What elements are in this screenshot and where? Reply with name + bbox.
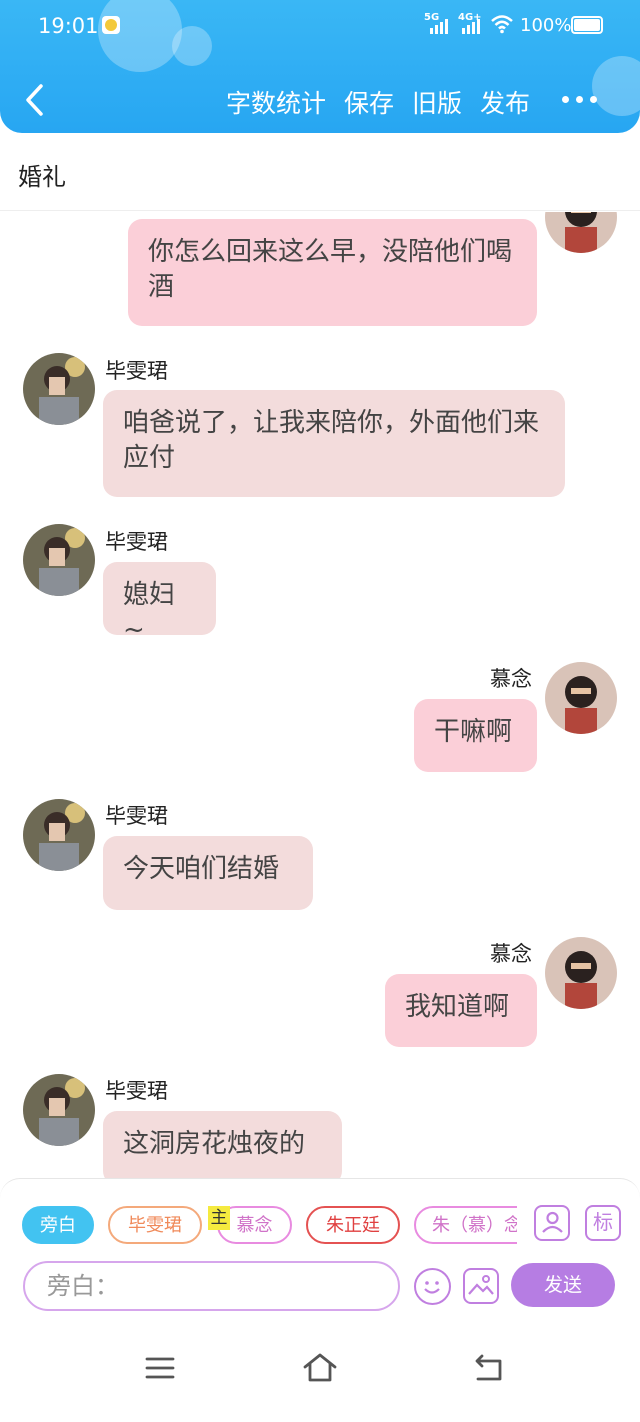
message-bubble-right[interactable]: 你怎么回来这么早，没陪他们喝酒 [128, 219, 537, 326]
header-actions: 字数统计 保存 旧版 发布 [226, 84, 530, 120]
publish-button[interactable]: 发布 [480, 84, 530, 120]
message-bubble-left[interactable]: 媳妇~ [103, 562, 216, 645]
decorative-bubble [592, 56, 640, 116]
avatar-biwenjun[interactable] [23, 1074, 95, 1146]
speaker-name: 毕雯珺 [105, 1079, 168, 1103]
emoji-icon[interactable] [414, 1268, 451, 1305]
role-chip-narration[interactable]: 旁白 [22, 1206, 94, 1244]
story-title-bar: 婚礼 [0, 133, 640, 211]
avatar-munian[interactable] [545, 937, 617, 1009]
avatar-biwenjun[interactable] [23, 353, 95, 425]
message-bubble-left[interactable]: 咱爸说了，让我来陪你，外面他们来应付 [103, 390, 565, 497]
notification-icon [102, 16, 120, 34]
avatar-biwenjun[interactable] [23, 799, 95, 871]
role-chip-zhuzhengting[interactable]: 朱正廷 [306, 1206, 400, 1244]
message-bubble-left[interactable]: 这洞房花烛夜的 [103, 1111, 342, 1180]
more-dots-icon[interactable] [562, 92, 602, 106]
signal-icon: 4G+ [458, 12, 482, 34]
person-card-icon[interactable] [534, 1205, 570, 1241]
role-chip-list[interactable]: 旁白 毕雯珺 主 慕念 朱正廷 朱（慕）念 [22, 1206, 517, 1246]
speaker-name: 毕雯珺 [105, 530, 168, 554]
old-version-button[interactable]: 旧版 [412, 84, 462, 120]
avatar-munian[interactable] [545, 212, 617, 253]
speaker-name: 毕雯珺 [105, 359, 168, 383]
word-count-button[interactable]: 字数统计 [226, 84, 326, 120]
message-bubble-left[interactable]: 今天咱们结婚 [103, 836, 313, 910]
system-nav-bar [0, 1312, 640, 1422]
story-title[interactable]: 婚礼 [18, 157, 66, 192]
main-character-tag: 主 [208, 1206, 230, 1230]
battery-level: 100% [520, 15, 572, 36]
tag-button[interactable]: 标 [585, 1205, 621, 1241]
message-input[interactable] [47, 1271, 377, 1301]
network-label: 5G [424, 12, 440, 23]
status-bar: 19:01 5G 4G+ 100% [0, 0, 640, 54]
message-bubble-right[interactable]: 干嘛啊 [414, 699, 537, 772]
status-time: 19:01 [38, 14, 99, 38]
composer-panel: 旁白 毕雯珺 主 慕念 朱正廷 朱（慕）念 标 发送 [0, 1178, 640, 1312]
message-input-box[interactable] [23, 1261, 400, 1311]
speaker-name: 毕雯珺 [105, 804, 168, 828]
message-bubble-right[interactable]: 我知道啊 [385, 974, 537, 1047]
image-icon[interactable] [463, 1268, 499, 1304]
chevron-left-icon [26, 84, 43, 116]
wifi-icon [490, 14, 514, 39]
battery-icon [571, 16, 603, 34]
speaker-name: 慕念 [490, 667, 532, 691]
back-button[interactable] [20, 82, 50, 118]
send-button[interactable]: 发送 [511, 1263, 615, 1307]
role-chip-biwenjun[interactable]: 毕雯珺 [108, 1206, 202, 1244]
app-header: 19:01 5G 4G+ 100% 字数统计 保存 旧版 发布 [0, 0, 640, 133]
role-chip-zhumunian[interactable]: 朱（慕）念 [414, 1206, 517, 1244]
back-icon[interactable] [470, 1350, 506, 1386]
menu-icon[interactable] [142, 1350, 178, 1386]
avatar-biwenjun[interactable] [23, 524, 95, 596]
signal-icon: 5G [424, 12, 448, 34]
home-icon[interactable] [302, 1350, 338, 1386]
speaker-name: 慕念 [490, 942, 532, 966]
save-button[interactable]: 保存 [344, 84, 394, 120]
network-label: 4G+ [458, 12, 482, 23]
chat-list[interactable]: 你怎么回来这么早，没陪他们喝酒 毕雯珺 咱爸说了，让我来陪你，外面他们来应付 毕… [0, 212, 640, 1180]
avatar-munian[interactable] [545, 662, 617, 734]
screen: 19:01 5G 4G+ 100% 字数统计 保存 旧版 发布 婚礼 你怎么回来… [0, 0, 640, 1422]
